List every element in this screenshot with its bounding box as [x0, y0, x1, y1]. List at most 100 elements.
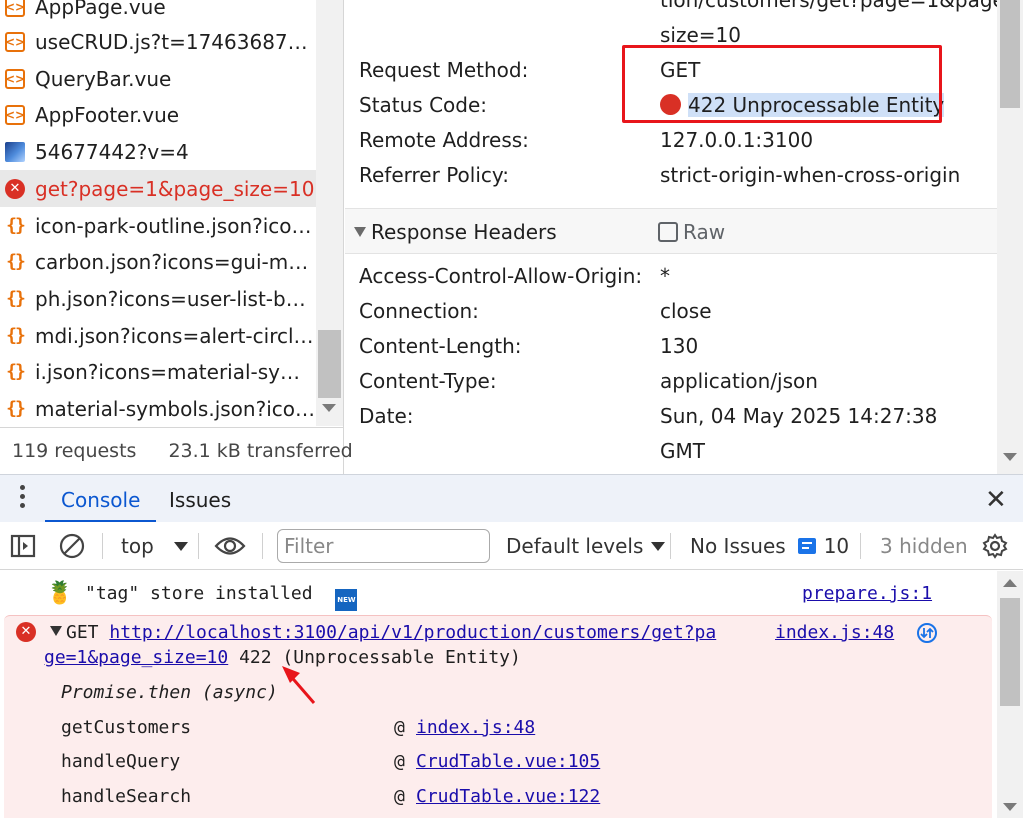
request-name: carbon.json?icons=gui-man... [35, 249, 315, 274]
hidden-count: 3 hidden [880, 534, 968, 558]
request-row[interactable]: <> AppPage.vue [0, 0, 316, 25]
detail-scrollbar[interactable] [997, 0, 1023, 474]
raw-checkbox[interactable] [658, 222, 678, 242]
network-reveal-icon[interactable] [916, 622, 938, 649]
request-row[interactable]: {} ph.json?icons=user-list-bold [0, 280, 316, 317]
issues-counter[interactable]: No Issues 10 [690, 522, 849, 570]
scrollbar-thumb[interactable] [1000, 598, 1020, 706]
header-value: application/json [660, 369, 818, 393]
stack-location-link[interactable]: CrudTable.vue:105 [416, 751, 600, 772]
json-icon: {} [6, 361, 26, 382]
divider [670, 533, 671, 559]
request-row[interactable]: <> AppFooter.vue [0, 96, 316, 133]
request-row[interactable]: 54677442?v=4 [0, 133, 316, 170]
js-file-icon: <> [5, 31, 25, 52]
request-list-scrollbar[interactable] [316, 0, 343, 426]
error-url-link[interactable]: ge=1&page_size=10 [44, 647, 228, 668]
response-headers-title: Response Headers [371, 220, 557, 244]
tab-console[interactable]: Console [45, 475, 157, 523]
async-marker: Promise.then (async) [61, 682, 278, 703]
request-name: icon-park-outline.json?icons=... [35, 213, 315, 238]
clear-console-icon[interactable] [58, 522, 86, 570]
console-scrollbar[interactable] [997, 571, 1023, 818]
log-levels-label: Default levels [506, 534, 644, 558]
request-row[interactable]: <> QueryBar.vue [0, 60, 316, 97]
close-drawer-icon[interactable]: ✕ [985, 485, 1007, 515]
request-row[interactable]: {} icon-park-outline.json?icons=... [0, 207, 316, 244]
console-output: 🍍 "tag" store installed NEW prepare.js:1… [0, 571, 996, 818]
stack-at: @ [394, 751, 405, 772]
header-name: Content-Type: [359, 369, 497, 393]
header-name: Access-Control-Allow-Origin: [359, 264, 643, 288]
log-levels-dropdown[interactable]: Default levels [506, 522, 666, 570]
remote-address-value: 127.0.0.1:3100 [660, 128, 814, 152]
error-url-link[interactable]: http://localhost:3100/api/v1/production/… [109, 622, 716, 643]
drawer-tab-bar: Console Issues ✕ [0, 474, 1023, 523]
vue-file-icon: <> [5, 0, 25, 17]
error-method: GET [66, 622, 99, 643]
scroll-up-arrow-icon[interactable] [1003, 579, 1017, 587]
scroll-down-arrow-icon[interactable] [322, 404, 336, 412]
stack-at: @ [394, 717, 405, 738]
expand-triangle-icon[interactable] [50, 626, 62, 636]
error-source-link[interactable]: index.js:48 [775, 622, 894, 643]
expand-triangle-icon [354, 227, 366, 237]
vue-file-icon: <> [5, 104, 25, 125]
header-value: 130 [660, 334, 699, 358]
raw-label: Raw [683, 220, 726, 244]
scroll-down-arrow-icon[interactable] [1003, 803, 1017, 811]
request-row[interactable]: {} carbon.json?icons=gui-man... [0, 243, 316, 280]
stack-location-link[interactable]: CrudTable.vue:122 [416, 786, 600, 807]
live-expression-eye-icon[interactable] [214, 522, 246, 570]
scroll-down-arrow-icon[interactable] [1003, 453, 1017, 461]
json-icon: {} [6, 288, 26, 309]
red-arrow-annotation-icon [282, 666, 316, 704]
request-row[interactable]: {} i.json?icons=material-symb... [0, 353, 316, 390]
settings-gear-icon[interactable] [982, 522, 1008, 570]
raw-toggle[interactable]: Raw [658, 220, 725, 244]
request-row-selected-error[interactable]: ✕ get?page=1&page_size=10 [0, 170, 316, 207]
request-name: mdi.json?icons=alert-circle-... [35, 323, 315, 348]
headers-detail-pane: tion/customers/get?page=1&page_ size=10 … [345, 0, 997, 474]
stack-at: @ [394, 786, 405, 807]
response-headers-section-header[interactable]: Response Headers Raw [345, 208, 997, 254]
request-row[interactable]: {} material-symbols.json?icons... [0, 390, 316, 427]
filter-input[interactable] [277, 529, 490, 563]
pineapple-emoji-icon: 🍍 [46, 581, 74, 606]
error-icon: ✕ [5, 178, 25, 199]
scrollbar-thumb[interactable] [318, 330, 341, 398]
vue-file-icon: <> [5, 68, 25, 89]
header-value: * [660, 264, 670, 288]
console-toolbar: top Default levels No Issues 10 3 hidden [0, 522, 1023, 570]
error-message-line1: GET http://localhost:3100/api/v1/product… [50, 622, 716, 643]
request-name: QueryBar.vue [35, 66, 172, 91]
tab-issues[interactable]: Issues [169, 475, 231, 523]
log-message: "tag" store installed NEW [85, 583, 358, 611]
request-list: <> AppPage.vue <> useCRUD.js?t=174636871… [0, 0, 353, 474]
referrer-policy-label: Referrer Policy: [359, 163, 509, 187]
json-icon: {} [6, 251, 26, 272]
more-options-icon[interactable] [20, 485, 26, 512]
network-summary-bar: 119 requests 23.1 kB transferred [0, 427, 353, 474]
request-row[interactable]: <> useCRUD.js?t=1746368716636 [0, 23, 316, 60]
issues-count: 10 [823, 534, 850, 558]
dropdown-caret-icon [651, 541, 666, 551]
log-text: "tag" store installed [85, 583, 313, 604]
scrollbar-thumb[interactable] [1000, 0, 1020, 108]
status-code-label: Status Code: [359, 93, 488, 117]
header-value-cont: GMT [660, 439, 705, 463]
no-issues-label: No Issues [690, 534, 786, 558]
sidebar-toggle-icon[interactable] [10, 522, 36, 570]
request-row[interactable]: {} mdi.json?icons=alert-circle-... [0, 317, 316, 354]
image-icon [5, 141, 25, 162]
highlight-annotation-box [622, 45, 942, 123]
json-icon: {} [6, 215, 26, 236]
dropdown-caret-icon [173, 541, 188, 551]
log-source-link[interactable]: prepare.js:1 [802, 583, 932, 604]
request-url-cont: tion/customers/get?page=1&page_ [660, 0, 997, 12]
stack-location-link[interactable]: index.js:48 [416, 717, 535, 738]
request-url-cont: size=10 [660, 23, 741, 47]
request-name: i.json?icons=material-symb... [35, 359, 315, 384]
context-label: top [121, 534, 154, 558]
context-selector[interactable]: top [121, 522, 188, 570]
